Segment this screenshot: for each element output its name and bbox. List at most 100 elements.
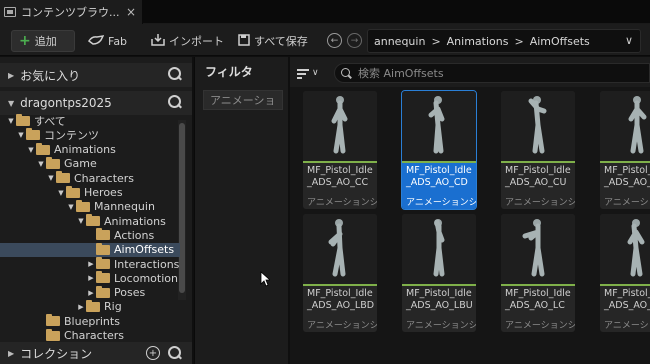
folder-icon: [76, 199, 90, 212]
asset-name: MF_Pistol_Idle_ADS_AO_LBC: [604, 165, 650, 188]
tree-item[interactable]: ▶ Locomotion: [0, 271, 180, 285]
asset-thumbnail: [303, 214, 377, 284]
tree-item[interactable]: ▶ Poses: [0, 285, 180, 300]
caret-down-icon[interactable]: ▼: [46, 174, 56, 182]
tree-item[interactable]: ▼ すべて: [0, 114, 180, 128]
tree-item[interactable]: ▶ Rig: [0, 299, 180, 314]
caret-right-icon[interactable]: ▶: [86, 274, 96, 282]
caret-right-icon[interactable]: ▶: [86, 289, 96, 297]
breadcrumb-item[interactable]: AimOffsets: [530, 35, 590, 48]
search-icon[interactable]: [168, 67, 182, 81]
asset-type: アニメーションシ...: [307, 198, 377, 208]
tree-item-label: Actions: [114, 228, 155, 242]
tree-item[interactable]: ▼ Animations: [0, 214, 180, 228]
caret-down-icon[interactable]: ▼: [76, 217, 86, 225]
asset-tile[interactable]: MF_Pistol_Idle_ADS_AO_LD アニメーションシ...: [600, 214, 650, 332]
asset-type: アニメーションシ...: [307, 321, 377, 331]
caret-right-icon[interactable]: ▶: [86, 260, 96, 268]
asset-tile[interactable]: MF_Pistol_Idle_ADS_AO_LBC アニメーションシ...: [600, 91, 650, 209]
breadcrumb-item[interactable]: annequin: [374, 35, 425, 48]
asset-type-bar: [501, 284, 575, 286]
breadcrumb-item[interactable]: Animations: [447, 35, 509, 48]
chevron-down-icon[interactable]: ∨: [625, 34, 633, 47]
asset-tile[interactable]: MF_Pistol_Idle_ADS_AO_LBU アニメーションシ...: [402, 214, 476, 332]
asset-tile[interactable]: MF_Pistol_Idle_ADS_AO_LC アニメーションシ...: [501, 214, 575, 332]
tab-title: コンテンツブラウ...: [21, 6, 120, 19]
search-icon[interactable]: [168, 95, 182, 109]
save-all-button[interactable]: すべて保存: [238, 30, 308, 52]
plus-icon: +: [19, 33, 31, 49]
asset-thumbnail: [303, 91, 377, 161]
filter-item[interactable]: アニメーショ: [203, 90, 283, 110]
import-button-label: インポート: [169, 35, 224, 48]
filter-menu-button[interactable]: ∨: [297, 65, 325, 81]
forward-arrow-icon[interactable]: →: [347, 33, 362, 48]
chevron-right-icon: >: [431, 34, 441, 48]
asset-type-bar: [402, 284, 476, 286]
asset-thumbnail: [600, 91, 650, 161]
asset-name: MF_Pistol_Idle_ADS_AO_LBU: [406, 288, 473, 311]
tree-item-label: Heroes: [84, 186, 123, 199]
tree-item[interactable]: ▼ Characters: [0, 171, 180, 185]
caret-right-icon[interactable]: ▶: [76, 303, 86, 311]
tree-item[interactable]: ▼ Heroes: [0, 185, 180, 200]
tree-item-label: Characters: [74, 171, 135, 185]
caret-down-icon[interactable]: ▼: [16, 131, 26, 139]
caret-down-icon[interactable]: ▼: [36, 160, 46, 168]
caret-down-icon[interactable]: ▼: [6, 117, 16, 125]
caret-right-icon: ▶: [8, 348, 15, 358]
asset-thumbnail: [600, 214, 650, 284]
chevron-down-icon: ∨: [312, 68, 319, 78]
favorites-header[interactable]: ▶ お気に入り: [0, 63, 192, 87]
add-collection-icon[interactable]: +: [146, 346, 160, 360]
folder-icon: [96, 228, 110, 241]
folder-icon: [96, 271, 110, 284]
content-browser-tab[interactable]: コンテンツブラウ... ×: [0, 0, 143, 24]
search-icon[interactable]: [168, 346, 182, 360]
tree-item[interactable]: AimOffsets: [0, 242, 180, 257]
filter-panel: フィルタ アニメーショ: [194, 57, 288, 364]
asset-name: MF_Pistol_Idle_ADS_AO_CC: [307, 165, 373, 188]
project-header[interactable]: ▼ dragontps2025: [0, 91, 192, 115]
tree-item[interactable]: ▼ Mannequin: [0, 199, 180, 214]
add-button[interactable]: + 追加: [11, 30, 75, 52]
asset-thumbnail: [402, 214, 476, 284]
asset-type-bar: [303, 284, 377, 286]
folder-icon: [26, 128, 40, 141]
tree-item[interactable]: Characters: [0, 328, 180, 342]
import-button[interactable]: インポート: [151, 30, 224, 52]
title-bar: コンテンツブラウ... ×: [0, 0, 650, 24]
folder-icon: [96, 285, 110, 298]
tree-item[interactable]: ▼ Game: [0, 156, 180, 171]
caret-down-icon[interactable]: ▼: [66, 203, 76, 211]
collections-header[interactable]: ▶ コレクション +: [0, 342, 192, 364]
asset-tile[interactable]: MF_Pistol_Idle_ADS_AO_CC アニメーションシ...: [303, 91, 377, 209]
save-icon: [238, 33, 250, 49]
asset-tile[interactable]: MF_Pistol_Idle_ADS_AO_LBD アニメーションシ...: [303, 214, 377, 332]
asset-tile[interactable]: MF_Pistol_Idle_ADS_AO_CD アニメーションシ...: [401, 90, 477, 210]
import-icon: [151, 33, 165, 49]
breadcrumb[interactable]: annequin > Animations > AimOffsets ∨: [367, 29, 641, 53]
caret-down-icon[interactable]: ▼: [56, 189, 66, 197]
asset-type: アニメーションシ...: [604, 321, 650, 331]
tree-item-label: Poses: [114, 286, 146, 300]
asset-name: MF_Pistol_Idle_ADS_AO_LD: [604, 288, 650, 311]
fab-button[interactable]: Fab: [88, 30, 127, 52]
caret-down-icon[interactable]: ▼: [26, 146, 36, 154]
tree-item[interactable]: Blueprints: [0, 314, 180, 328]
tree-item[interactable]: ▶ Interactions: [0, 257, 180, 271]
filter-icon: [297, 68, 309, 79]
asset-search-bar: ∨ 検索 AimOffsets: [290, 57, 650, 87]
asset-type-bar: [501, 161, 575, 163]
tree-item[interactable]: ▼ Animations: [0, 142, 180, 157]
back-arrow-icon[interactable]: ←: [327, 33, 342, 48]
tree-item[interactable]: ▼ コンテンツ: [0, 128, 180, 142]
tree-item-label: Animations: [54, 143, 116, 157]
close-icon[interactable]: ×: [126, 5, 136, 19]
search-icon: [341, 67, 352, 79]
asset-tile[interactable]: MF_Pistol_Idle_ADS_AO_CU アニメーションシ...: [501, 91, 575, 209]
asset-thumbnail: [501, 214, 575, 284]
asset-name: MF_Pistol_Idle_ADS_AO_LBD: [307, 288, 375, 311]
tree-item[interactable]: Actions: [0, 228, 180, 242]
search-input[interactable]: 検索 AimOffsets: [334, 63, 650, 83]
